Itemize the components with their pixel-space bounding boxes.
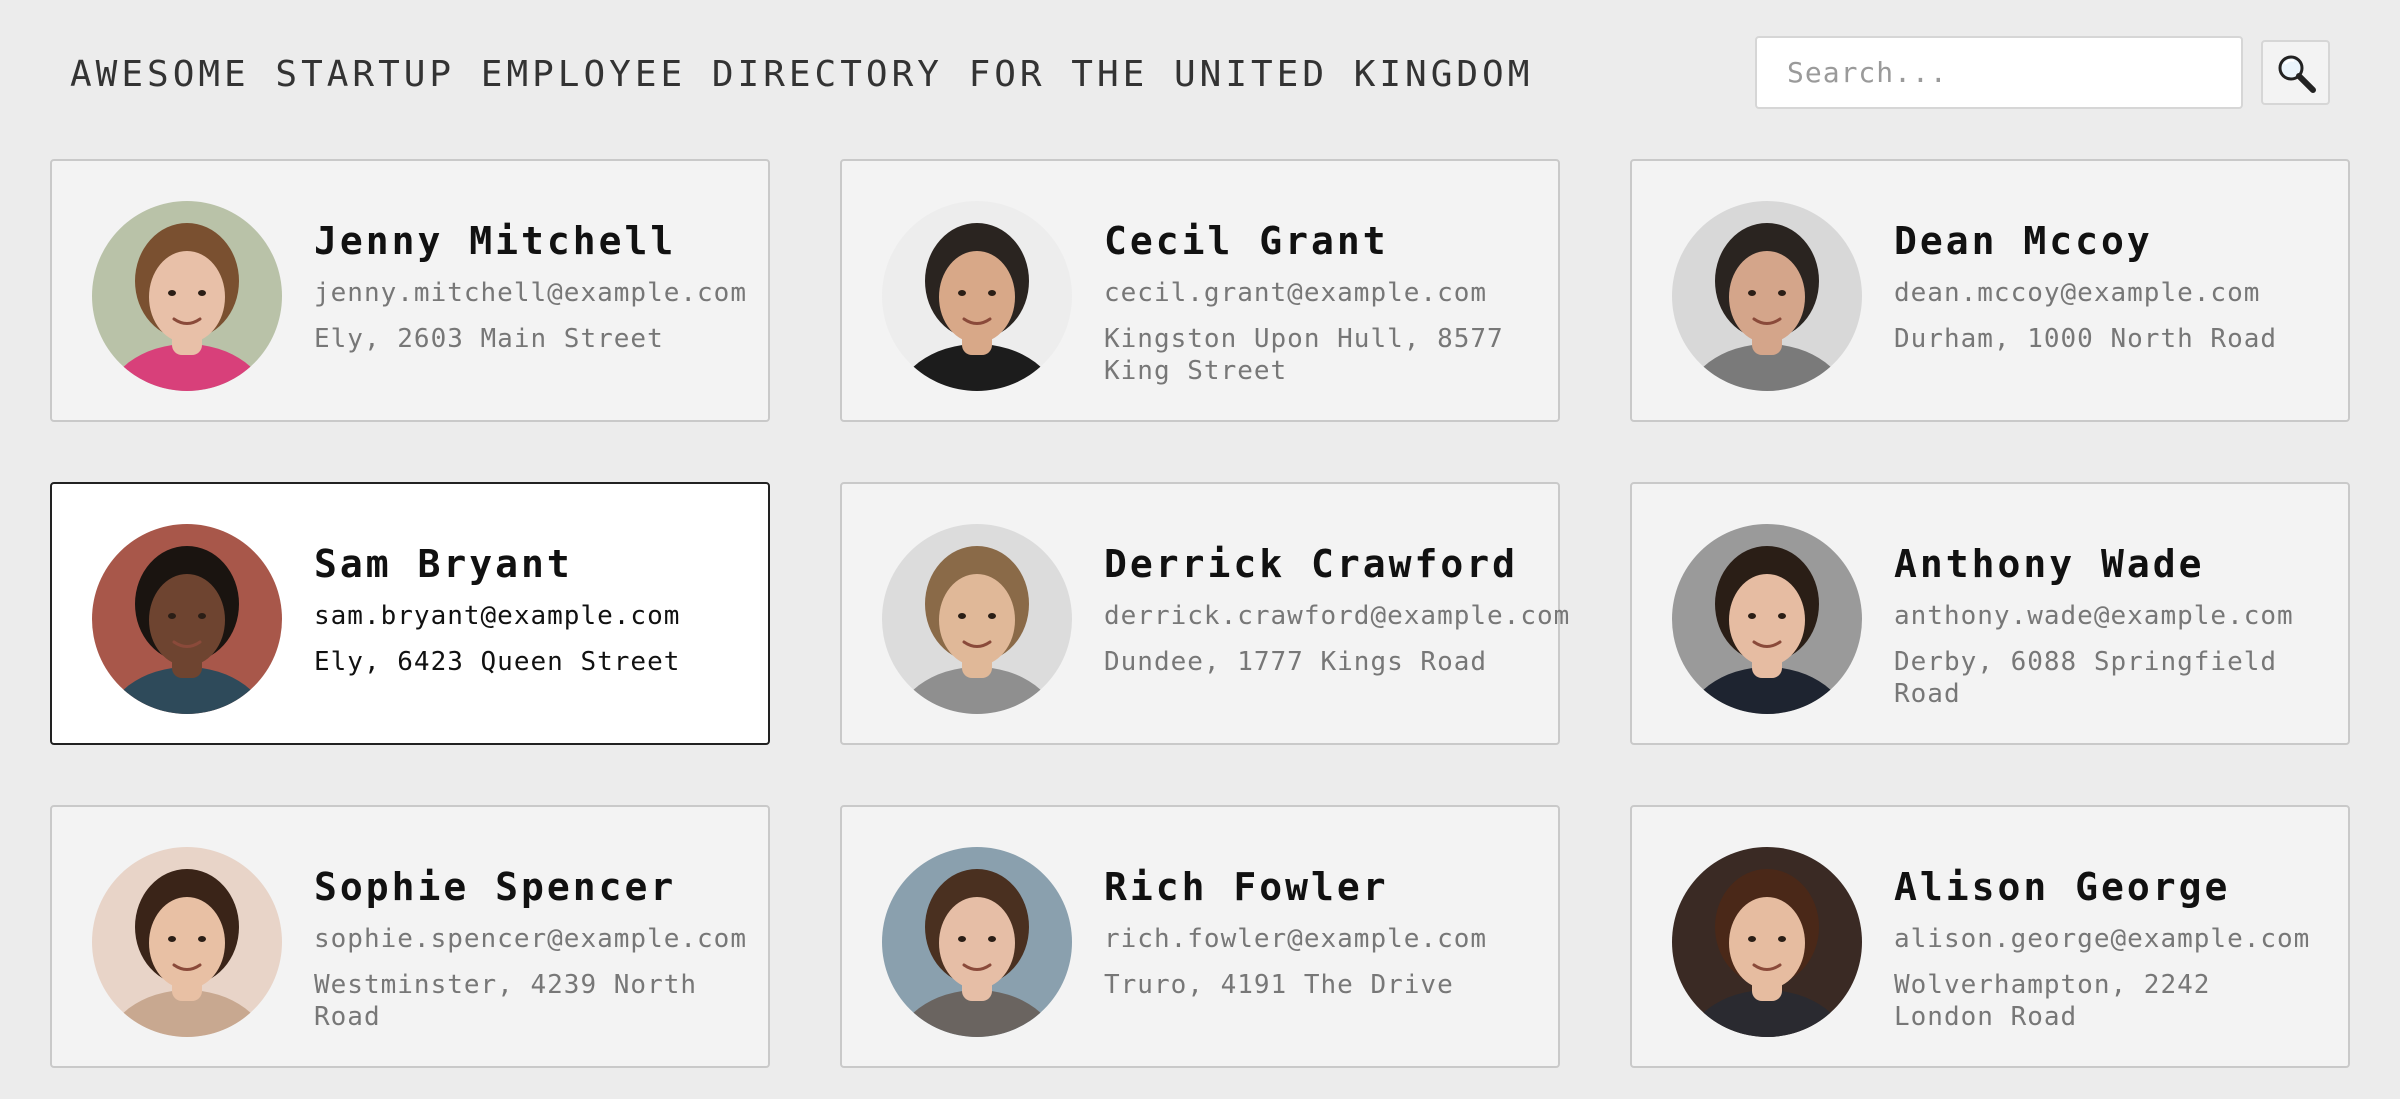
employee-card[interactable]: Sam Bryant sam.bryant@example.com Ely, 6… [50, 482, 770, 745]
avatar [1672, 847, 1862, 1037]
employee-info: Anthony Wade anthony.wade@example.com De… [1894, 540, 2324, 710]
employee-email: alison.george@example.com [1894, 924, 2311, 954]
employee-location: Derby, 6088 Springfield Road [1894, 647, 2278, 709]
employee-info: Jenny Mitchell jenny.mitchell@example.co… [314, 217, 747, 355]
avatar [1672, 524, 1862, 714]
employee-card[interactable]: Derrick Crawford derrick.crawford@exampl… [840, 482, 1571, 745]
employee-name: Anthony Wade [1894, 542, 2205, 586]
avatar [92, 847, 282, 1037]
employee-location: Durham, 1000 North Road [1894, 324, 2278, 354]
avatar [882, 201, 1072, 391]
employee-location: Westminster, 4239 North Road [314, 970, 698, 1032]
employee-name: Dean Mccoy [1894, 219, 2153, 263]
employee-card[interactable]: Alison George alison.george@example.com … [1630, 805, 2350, 1068]
employee-location: Truro, 4191 The Drive [1104, 970, 1454, 1000]
employee-info: Sophie Spencer sophie.spencer@example.co… [314, 863, 747, 1033]
employee-email: sophie.spencer@example.com [314, 924, 747, 954]
employee-name: Sophie Spencer [314, 865, 677, 909]
employee-location: Ely, 6423 Queen Street [314, 647, 681, 677]
employee-name: Jenny Mitchell [314, 219, 677, 263]
employee-card[interactable]: Cecil Grant cecil.grant@example.com King… [840, 159, 1560, 422]
employee-email: rich.fowler@example.com [1104, 924, 1488, 954]
employee-info: Cecil Grant cecil.grant@example.com King… [1104, 217, 1534, 387]
employee-email: dean.mccoy@example.com [1894, 278, 2261, 308]
magnifier-icon [2275, 52, 2317, 94]
employee-info: Derrick Crawford derrick.crawford@exampl… [1104, 540, 1571, 678]
avatar [92, 524, 282, 714]
employee-gallery: Jenny Mitchell jenny.mitchell@example.co… [50, 159, 2350, 1068]
employee-card[interactable]: Dean Mccoy dean.mccoy@example.com Durham… [1630, 159, 2350, 422]
employee-info: Rich Fowler rich.fowler@example.com Trur… [1104, 863, 1534, 1001]
employee-info: Dean Mccoy dean.mccoy@example.com Durham… [1894, 217, 2324, 355]
avatar [1672, 201, 1862, 391]
search-button[interactable] [2261, 40, 2330, 105]
avatar [882, 524, 1072, 714]
employee-name: Sam Bryant [314, 542, 573, 586]
employee-info: Sam Bryant sam.bryant@example.com Ely, 6… [314, 540, 744, 678]
employee-card[interactable]: Jenny Mitchell jenny.mitchell@example.co… [50, 159, 770, 422]
employee-name: Derrick Crawford [1104, 542, 1519, 586]
employee-email: cecil.grant@example.com [1104, 278, 1488, 308]
employee-email: derrick.crawford@example.com [1104, 601, 1571, 631]
employee-name: Cecil Grant [1104, 219, 1389, 263]
employee-email: anthony.wade@example.com [1894, 601, 2294, 631]
employee-info: Alison George alison.george@example.com … [1894, 863, 2324, 1033]
employee-location: Wolverhampton, 2242 London Road [1894, 970, 2211, 1032]
employee-location: Ely, 2603 Main Street [314, 324, 664, 354]
page-title: AWESOME STARTUP EMPLOYEE DIRECTORY FOR T… [70, 54, 1534, 95]
employee-location: Kingston Upon Hull, 8577 King Street [1104, 324, 1504, 386]
employee-email: sam.bryant@example.com [314, 601, 681, 631]
employee-card[interactable]: Anthony Wade anthony.wade@example.com De… [1630, 482, 2350, 745]
avatar [92, 201, 282, 391]
employee-name: Rich Fowler [1104, 865, 1389, 909]
employee-card[interactable]: Rich Fowler rich.fowler@example.com Trur… [840, 805, 1560, 1068]
employee-location: Dundee, 1777 Kings Road [1104, 647, 1488, 677]
search-input[interactable] [1755, 36, 2243, 109]
employee-email: jenny.mitchell@example.com [314, 278, 747, 308]
directory-page: AWESOME STARTUP EMPLOYEE DIRECTORY FOR T… [0, 0, 2400, 1099]
avatar [882, 847, 1072, 1037]
employee-card[interactable]: Sophie Spencer sophie.spencer@example.co… [50, 805, 770, 1068]
employee-name: Alison George [1894, 865, 2231, 909]
